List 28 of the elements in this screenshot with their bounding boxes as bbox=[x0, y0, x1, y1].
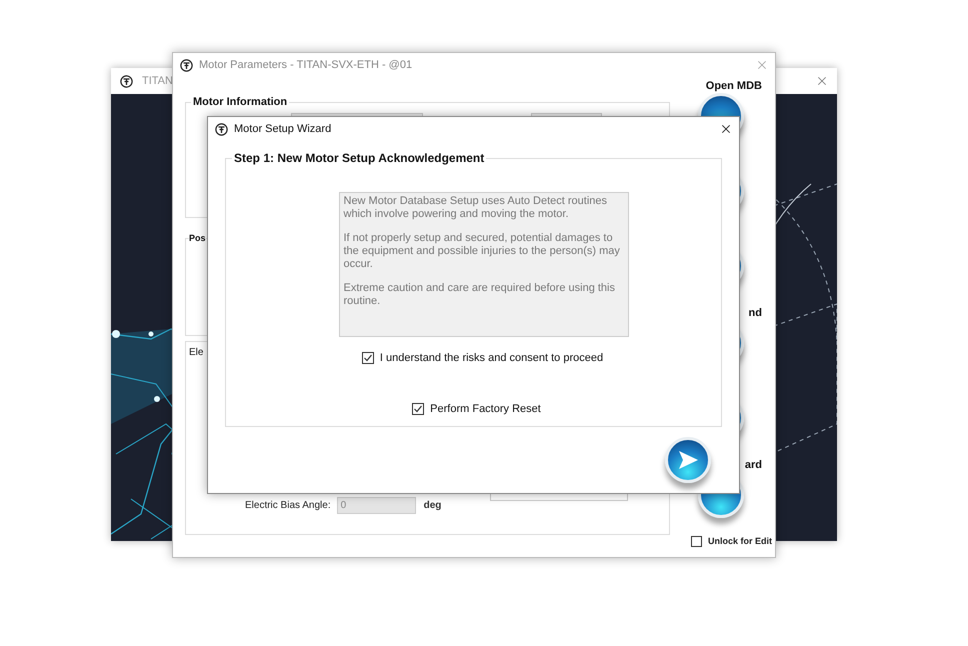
logo-icon bbox=[180, 58, 193, 72]
message-text: Extreme caution and care are required before using this routine. bbox=[344, 282, 616, 308]
input-field[interactable]: 0 bbox=[336, 497, 416, 514]
window-title: Motor Setup Wizard bbox=[234, 122, 332, 137]
checkbox-label: I understand the risks and consent to proceed bbox=[380, 351, 604, 366]
checkbox[interactable] bbox=[691, 536, 702, 548]
close-icon[interactable] bbox=[719, 122, 733, 136]
field-label: Electric Bias Angle: bbox=[245, 499, 331, 513]
next-button[interactable] bbox=[665, 437, 711, 483]
logo-icon bbox=[120, 74, 133, 88]
logo-icon bbox=[215, 122, 228, 136]
group-title: Motor Information bbox=[192, 95, 288, 110]
arrow-right-icon bbox=[677, 450, 699, 470]
action-label: nd bbox=[748, 306, 762, 320]
checkbox[interactable] bbox=[412, 402, 424, 415]
group-title: Pos bbox=[189, 232, 206, 245]
checkbox[interactable] bbox=[362, 352, 374, 364]
window-title: Motor Parameters - TITAN-SVX-ETH - @01 bbox=[199, 58, 412, 73]
group-title: Ele bbox=[189, 346, 204, 360]
action-label: ard bbox=[744, 458, 762, 472]
checkbox-label: Perform Factory Reset bbox=[430, 402, 541, 416]
window-title: TITAN bbox=[142, 74, 173, 89]
group-title: Step 1: New Motor Setup Acknowledgement bbox=[233, 150, 486, 167]
message-text: New Motor Database Setup uses Auto Detect routines which involve powering and moving the motor. bbox=[344, 195, 608, 221]
message-text: If not properly setup and secured, potential damages to the equipment and possible injuries to the person(s) may occur. bbox=[344, 232, 621, 271]
unit-label: deg bbox=[424, 499, 442, 513]
checkbox-label: Unlock for Edit bbox=[708, 535, 772, 548]
action-label: Open MDB bbox=[706, 79, 762, 93]
